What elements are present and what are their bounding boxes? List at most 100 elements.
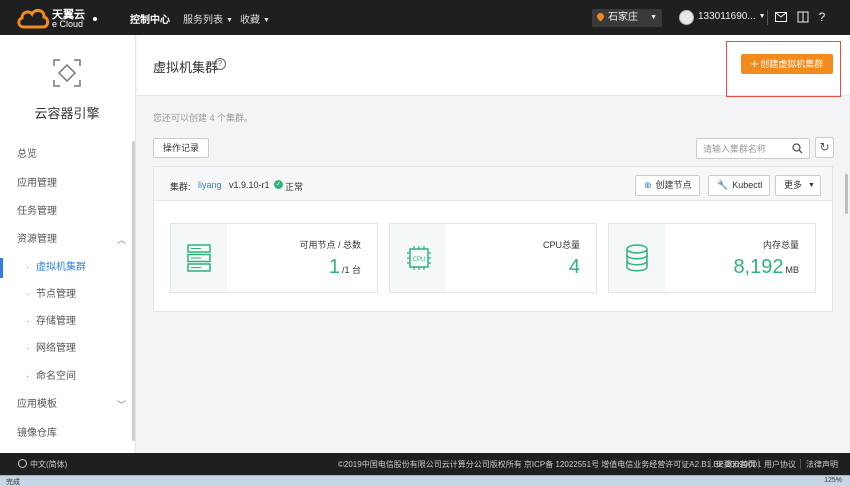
wrench-icon: 🔧 <box>717 180 729 190</box>
cluster-card: 集群: liyang v1.9.10-r1 ✓ 正常 ⊕ 创建节点 🔧 Kubect… <box>153 166 833 312</box>
page-header: 虚拟机集群 ? + 创建虚拟机集群 <box>137 35 850 97</box>
mail-icon[interactable] <box>773 9 789 25</box>
kubectl-button[interactable]: 🔧 Kubectl <box>708 175 770 196</box>
sidebar-item-label: 存储管理 <box>36 316 76 327</box>
plus-circle-icon: ⊕ <box>644 180 652 190</box>
sidebar-item-app-management[interactable]: 应用管理 <box>0 174 134 194</box>
create-node-button[interactable]: ⊕ 创建节点 <box>635 175 700 196</box>
sidebar-item-label: 资源管理 <box>17 234 57 245</box>
stat-label: 内存总量 <box>762 240 799 250</box>
cluster-header: 集群: liyang v1.9.10-r1 ✓ 正常 ⊕ 创建节点 🔧 Kubect… <box>154 167 832 201</box>
stat-number: 8,192 <box>733 256 784 278</box>
divider <box>710 459 711 469</box>
quota-text: 您还可以创建 4 个集群。 <box>153 113 254 123</box>
status-text: 完成 <box>6 479 20 486</box>
sidebar-item-label: 应用模板 <box>17 399 57 410</box>
svg-text:CPU: CPU <box>413 257 426 263</box>
stat-unit: /1 台 <box>341 265 361 275</box>
more-dropdown[interactable]: 更多 ▼ <box>775 175 821 196</box>
search-icon[interactable] <box>792 143 803 154</box>
browser-status-bar: 完成 125% <box>0 475 850 486</box>
stat-value: 1/1 台 <box>329 256 361 279</box>
sidebar-item-overview[interactable]: 总览 <box>0 145 134 165</box>
cluster-version: v1.9.10-r1 <box>229 180 270 190</box>
sidebar-item-vm-cluster[interactable]: 虚拟机集群 <box>0 258 134 278</box>
sidebar-item-label: 虚拟机集群 <box>36 262 86 273</box>
stat-number: 1 <box>328 256 340 278</box>
highlight-annotation <box>726 41 841 97</box>
stat-unit: MB <box>785 265 800 275</box>
cpu-icon: CPU <box>407 246 431 270</box>
sidebar-scrollbar[interactable] <box>132 141 135 441</box>
help-circle-icon[interactable]: ? <box>214 58 226 70</box>
refresh-button[interactable]: ↻ <box>815 137 834 158</box>
brand-sub: e Cloud <box>52 19 84 29</box>
region-select[interactable]: 石家庄 ▼ <box>592 9 662 27</box>
database-icon <box>626 244 648 272</box>
sidebar: 云容器引擎 总览 应用管理 任务管理 资源管理 ︿ 虚拟机集群 节点管理 存储管理… <box>0 35 136 453</box>
page-scrollbar[interactable] <box>845 174 848 214</box>
language-label: 中文(简体) <box>30 460 68 469</box>
sidebar-item-app-template[interactable]: 应用模板 ﹀ <box>0 395 134 415</box>
divider <box>800 459 801 469</box>
create-node-label: 创建节点 <box>655 180 692 190</box>
copyright-text: ©2019中国电信股份有限公司云计算分公司版权所有 京ICP备 12022551… <box>338 460 762 469</box>
search-input[interactable] <box>703 142 788 155</box>
sidebar-item-node-management[interactable]: 节点管理 <box>0 285 134 305</box>
stat-icon-box <box>609 224 665 292</box>
sidebar-item-label: 网络管理 <box>36 343 76 354</box>
stat-value: 4 <box>569 256 580 279</box>
sidebar-item-resource-management[interactable]: 资源管理 ︿ <box>0 230 134 250</box>
sidebar-title: 云容器引擎 <box>34 106 100 121</box>
nav-favorites[interactable]: 收藏 ▼ <box>240 11 270 26</box>
cluster-label: 集群: <box>170 182 191 192</box>
chevron-down-icon: ▼ <box>808 182 815 189</box>
kubectl-label: Kubectl <box>732 180 763 190</box>
zoom-level[interactable]: 125% <box>824 477 842 484</box>
user-name: 133011690... <box>698 11 756 22</box>
globe-icon <box>18 459 27 468</box>
footer-link-home[interactable]: 天翼云首页 <box>716 459 756 470</box>
nav-services[interactable]: 服务列表 ▼ <box>183 11 233 26</box>
language-select[interactable]: 中文(简体) <box>18 459 67 470</box>
nav-console[interactable]: 控制中心 <box>130 11 170 26</box>
location-pin-icon <box>595 11 606 22</box>
stat-number: 4 <box>568 256 580 278</box>
divider <box>758 459 759 469</box>
operation-log-button[interactable]: 操作记录 <box>153 138 209 158</box>
sidebar-item-namespace[interactable]: 命名空间 <box>0 367 134 387</box>
refresh-icon: ↻ <box>819 140 830 154</box>
cluster-name-link[interactable]: liyang <box>198 180 222 190</box>
cluster-status: 正常 <box>285 182 304 192</box>
stat-label: CPU总量 <box>542 240 580 250</box>
logo-dot <box>93 17 97 21</box>
sidebar-item-image-registry[interactable]: 镜像仓库 <box>0 424 134 444</box>
ecloud-logo[interactable]: 天翼云 e Cloud <box>16 5 100 31</box>
help-icon[interactable]: ? <box>814 9 830 25</box>
sidebar-item-network-management[interactable]: 网络管理 <box>0 339 134 359</box>
more-label: 更多 <box>784 180 803 190</box>
sidebar-item-task-management[interactable]: 任务管理 <box>0 202 134 222</box>
footer: 中文(简体) ©2019中国电信股份有限公司云计算分公司版权所有 京ICP备 1… <box>0 453 850 475</box>
top-bar: 天翼云 e Cloud 控制中心 服务列表 ▼ 收藏 ▼ 石家庄 ▼ 1330116… <box>0 0 850 35</box>
stat-value: 8,192 MB <box>733 256 799 279</box>
stat-memory: 内存总量 8,192 MB <box>608 223 816 293</box>
sidebar-item-label: 命名空间 <box>36 371 76 382</box>
footer-link-user-agreement[interactable]: 用户协议 <box>764 459 796 470</box>
sidebar-item-label: 总览 <box>17 149 37 160</box>
chevron-up-icon: ︿ <box>116 235 126 245</box>
stat-icon-box: CPU <box>390 224 446 292</box>
sidebar-item-storage-management[interactable]: 存储管理 <box>0 312 134 332</box>
book-icon[interactable] <box>795 9 811 25</box>
footer-link-legal[interactable]: 法律声明 <box>806 459 838 470</box>
nav-services-label: 服务列表 <box>183 15 223 26</box>
server-icon <box>187 244 211 272</box>
region-label: 石家庄 <box>608 12 638 23</box>
avatar[interactable] <box>679 10 694 25</box>
sidebar-item-label: 节点管理 <box>36 289 76 300</box>
user-menu[interactable]: 133011690... ▼ <box>698 11 766 22</box>
chevron-down-icon: ▼ <box>758 13 766 20</box>
sidebar-item-label: 镜像仓库 <box>17 428 57 439</box>
sidebar-item-label: 任务管理 <box>17 206 57 217</box>
stat-icon-box <box>171 224 227 292</box>
